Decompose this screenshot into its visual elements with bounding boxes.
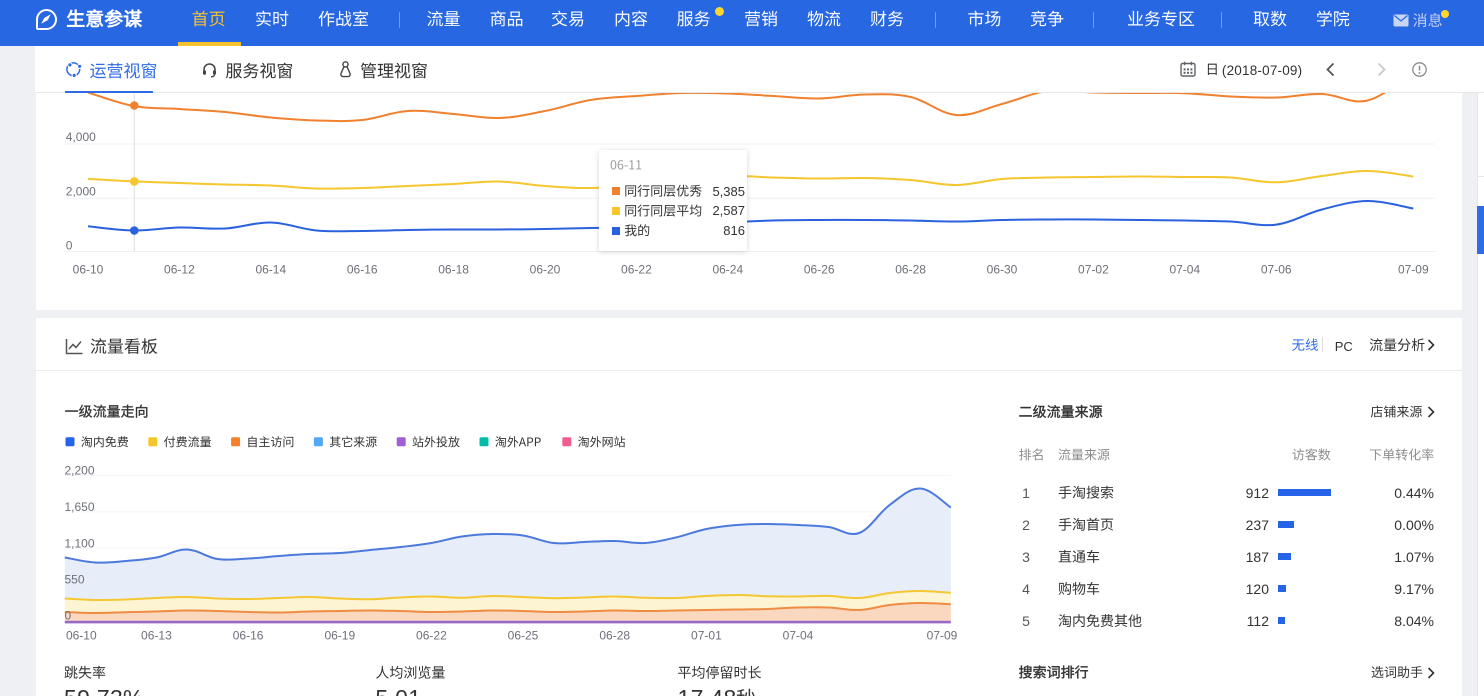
svg-text:06-16: 06-16 (233, 629, 264, 643)
svg-text:1,650: 1,650 (65, 500, 95, 514)
svg-text:06-14: 06-14 (255, 262, 286, 276)
svg-text:06-24: 06-24 (712, 262, 743, 276)
svg-text:06-26: 06-26 (804, 262, 835, 276)
svg-text:550: 550 (65, 573, 85, 587)
svg-text:06-10: 06-10 (73, 262, 104, 276)
svg-text:07-04: 07-04 (783, 629, 814, 643)
svg-text:07-01: 07-01 (691, 629, 722, 643)
svg-text:2,200: 2,200 (65, 464, 95, 478)
svg-text:07-09: 07-09 (1398, 262, 1429, 276)
svg-text:2,000: 2,000 (66, 185, 96, 199)
svg-text:06-28: 06-28 (895, 262, 926, 276)
svg-text:06-20: 06-20 (530, 262, 561, 276)
svg-text:06-13: 06-13 (141, 629, 172, 643)
svg-text:07-02: 07-02 (1078, 262, 1109, 276)
svg-text:07-09: 07-09 (927, 629, 958, 643)
svg-text:07-06: 07-06 (1261, 262, 1292, 276)
svg-text:06-10: 06-10 (66, 629, 97, 643)
svg-text:06-12: 06-12 (164, 262, 195, 276)
svg-text:1,100: 1,100 (65, 537, 95, 551)
svg-text:06-22: 06-22 (416, 629, 447, 643)
svg-text:4,000: 4,000 (66, 130, 96, 144)
svg-text:0: 0 (66, 239, 73, 253)
svg-text:06-28: 06-28 (599, 629, 630, 643)
svg-text:06-16: 06-16 (347, 262, 378, 276)
svg-text:06-18: 06-18 (438, 262, 469, 276)
svg-text:07-04: 07-04 (1169, 262, 1200, 276)
svg-text:06-30: 06-30 (987, 262, 1018, 276)
svg-text:0: 0 (65, 608, 72, 622)
svg-text:06-25: 06-25 (508, 629, 539, 643)
svg-text:06-22: 06-22 (621, 262, 652, 276)
svg-text:06-19: 06-19 (324, 629, 355, 643)
